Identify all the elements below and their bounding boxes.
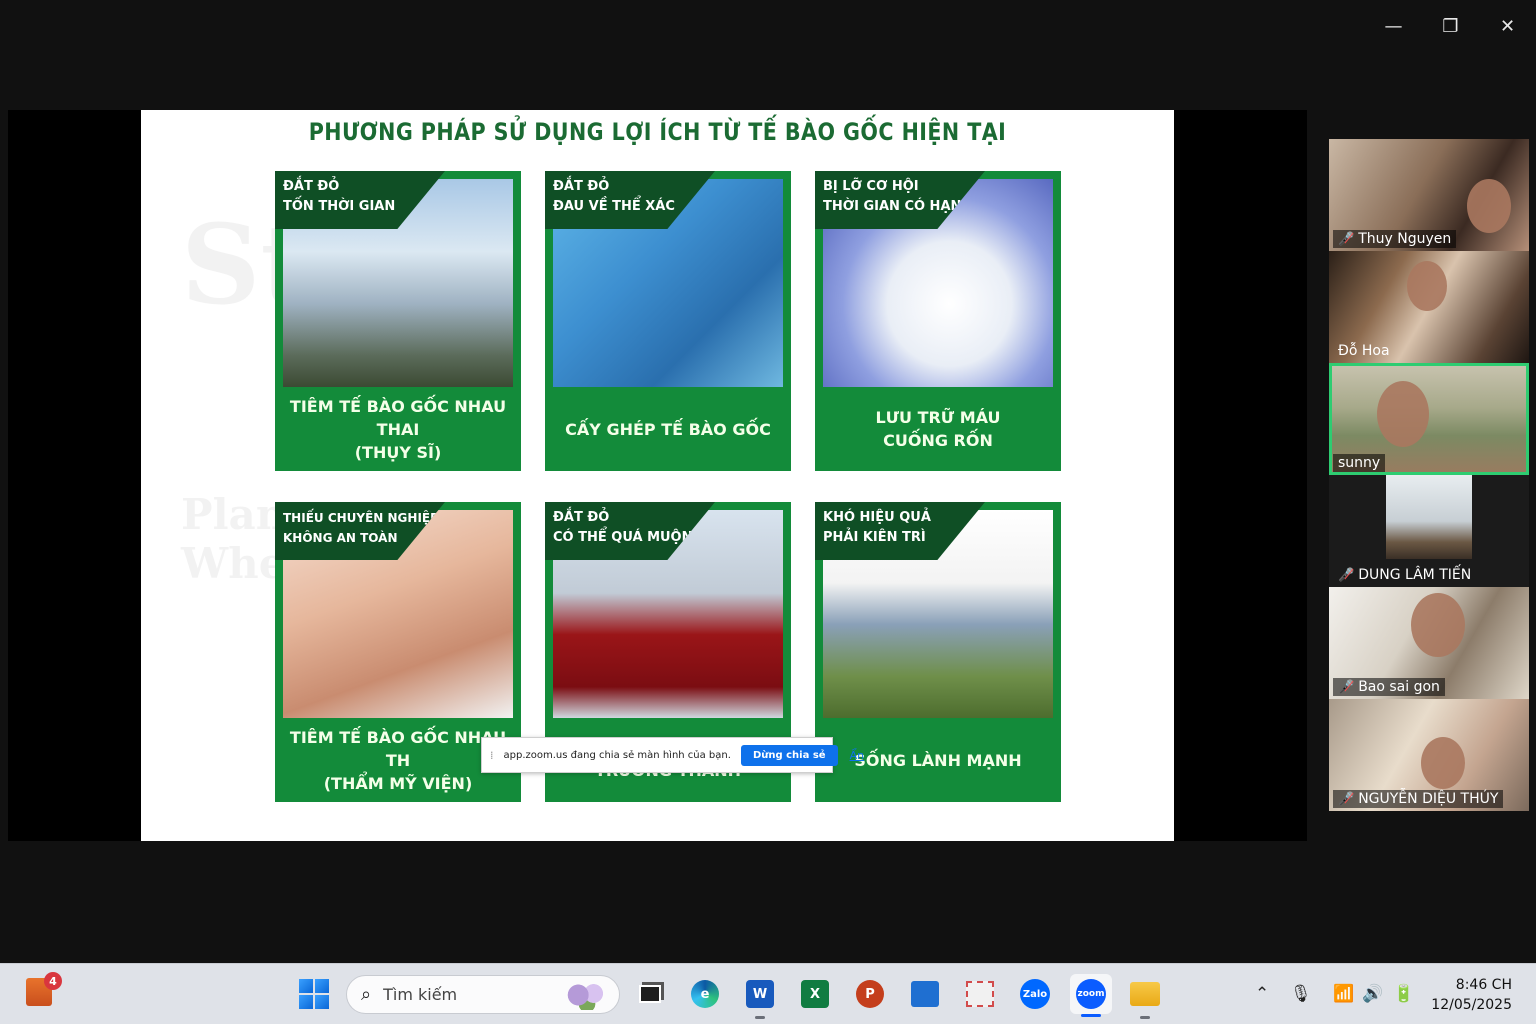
zalo-icon: Zalo — [1020, 979, 1050, 1009]
participant-tile[interactable]: 🎤̸ Bao sai gon — [1329, 587, 1529, 699]
search-icon: ⌕ — [361, 984, 372, 1005]
zalo-button[interactable]: Zalo — [1018, 977, 1052, 1011]
snipping-icon — [966, 981, 994, 1007]
card-caption: TIÊM TẾ BÀO GỐC NHAU THAI (THỤY SĨ) — [289, 396, 507, 462]
running-indicator — [1081, 1014, 1101, 1017]
volume-icon[interactable]: 🔊 — [1362, 984, 1383, 1004]
clock-time: 8:46 CH — [1455, 977, 1512, 993]
system-clock[interactable]: 8:46 CH 12/05/2025 — [1431, 975, 1512, 1015]
minimize-button[interactable]: — — [1365, 0, 1422, 52]
store-button[interactable] — [908, 977, 942, 1011]
mic-off-icon: 🎤̸ — [1338, 567, 1355, 583]
participant-tile[interactable]: Đỗ Hoa — [1329, 251, 1529, 363]
excel-icon: X — [801, 980, 829, 1008]
participant-video — [1407, 261, 1447, 311]
mic-off-icon: 🎤̸ — [1338, 231, 1355, 247]
slide-title: PHƯƠNG PHÁP SỬ DỤNG LỢI ÍCH TỪ TẾ BÀO GỐ… — [308, 118, 1007, 146]
participant-video — [1386, 475, 1472, 559]
zoom-button[interactable]: zoom — [1070, 974, 1112, 1017]
snipping-tool-button[interactable] — [963, 977, 997, 1011]
powerpoint-button[interactable]: P — [853, 977, 887, 1011]
participant-tile[interactable]: 🎤̸ NGUYỄN DIỆU THÚY — [1329, 699, 1529, 811]
running-indicator — [755, 1016, 765, 1019]
task-view-button[interactable] — [633, 977, 667, 1011]
close-button[interactable]: ✕ — [1479, 0, 1536, 52]
mic-off-icon: 🎤̸ — [1338, 679, 1355, 695]
method-card-3: BỊ LỠ CƠ HỘI THỜI GIAN CÓ HẠN LƯU TRỮ MÁU… — [815, 171, 1061, 471]
notification-badge: 4 — [44, 972, 62, 990]
windows-logo-icon — [299, 979, 313, 993]
shared-slide: St Plan Whe PHƯƠNG PHÁP SỬ DỤNG LỢI ÍCH T… — [141, 110, 1174, 841]
participant-video — [1377, 381, 1429, 447]
participant-name-label: 🎤̸ DUNG LÂM TIẾN — [1338, 567, 1472, 583]
widgets-button[interactable]: 4 — [26, 972, 62, 1010]
edge-button[interactable]: e — [688, 977, 722, 1011]
word-button[interactable]: W — [743, 977, 777, 1019]
window-controls: — ❐ ✕ — [1365, 0, 1536, 52]
taskbar: 4 ⌕ Tìm kiếm e W X P Zalo zoom ⌃ 🎙 📶 🔊 🔋… — [0, 963, 1536, 1024]
wifi-icon[interactable]: 📶 — [1333, 984, 1354, 1004]
participant-video — [1421, 737, 1465, 789]
hide-link[interactable]: Ẩn — [850, 749, 865, 762]
method-card-1: ĐẮT ĐỎ TỐN THỜI GIAN TIÊM TẾ BÀO GỐC NHAU… — [275, 171, 521, 471]
microphone-location-icon[interactable]: 🎙 — [1290, 984, 1312, 1004]
powerpoint-icon: P — [856, 980, 884, 1008]
taskbar-search[interactable]: ⌕ Tìm kiếm — [346, 975, 620, 1014]
share-message: app.zoom.us đang chia sẻ màn hình của bạ… — [503, 749, 731, 761]
participant-name-label: sunny — [1333, 454, 1386, 472]
chevron-up-icon[interactable]: ⌃ — [1255, 984, 1269, 1004]
excel-button[interactable]: X — [798, 977, 832, 1011]
mic-off-icon: 🎤̸ — [1338, 791, 1355, 807]
watermark-decoration: Plan Whe — [181, 490, 287, 588]
participant-video — [1467, 179, 1511, 233]
running-indicator — [1140, 1016, 1150, 1019]
start-button[interactable] — [299, 979, 329, 1009]
stop-sharing-button[interactable]: Dừng chia sẻ — [740, 744, 838, 766]
method-card-2: ĐẮT ĐỎ ĐAU VỀ THỂ XÁC CẤY GHÉP TẾ BÀO GỐC — [545, 171, 791, 471]
participant-tile[interactable]: 🎤̸ DUNG LÂM TIẾN — [1329, 475, 1529, 587]
drag-handle-icon[interactable]: ⁞ — [490, 749, 494, 762]
edge-icon: e — [691, 980, 719, 1008]
clock-date: 12/05/2025 — [1431, 997, 1512, 1013]
file-explorer-button[interactable] — [1128, 977, 1162, 1019]
card-caption: CẤY GHÉP TẾ BÀO GỐC — [565, 419, 771, 439]
battery-icon[interactable]: 🔋 — [1393, 984, 1414, 1004]
folder-icon — [1130, 982, 1160, 1006]
search-placeholder: Tìm kiếm — [383, 985, 458, 1004]
participant-name-label: Đỗ Hoa — [1338, 343, 1390, 359]
participant-video — [1411, 593, 1465, 657]
participant-name-label: 🎤̸ Thuy Nguyen — [1333, 230, 1457, 248]
screen-share-bar: ⁞ app.zoom.us đang chia sẻ màn hình của … — [481, 737, 864, 773]
participant-name-label: 🎤̸ NGUYỄN DIỆU THÚY — [1333, 790, 1504, 808]
participant-tile-active-speaker[interactable]: sunny — [1329, 363, 1529, 475]
word-icon: W — [746, 980, 774, 1008]
store-icon — [911, 981, 939, 1007]
participant-name-label: 🎤̸ Bao sai gon — [1333, 678, 1445, 696]
task-view-icon — [639, 985, 661, 1003]
search-highlight-icon — [565, 980, 609, 1010]
participant-panel: 🎤̸ Thuy Nguyen Đỗ Hoa sunny 🎤̸ DUNG LÂM TI… — [1329, 139, 1529, 811]
card-caption: LƯU TRỮ MÁU CUỐNG RỐN — [875, 408, 1001, 450]
zoom-icon: zoom — [1076, 979, 1106, 1009]
participant-tile[interactable]: 🎤̸ Thuy Nguyen — [1329, 139, 1529, 251]
restore-button[interactable]: ❐ — [1422, 0, 1479, 52]
